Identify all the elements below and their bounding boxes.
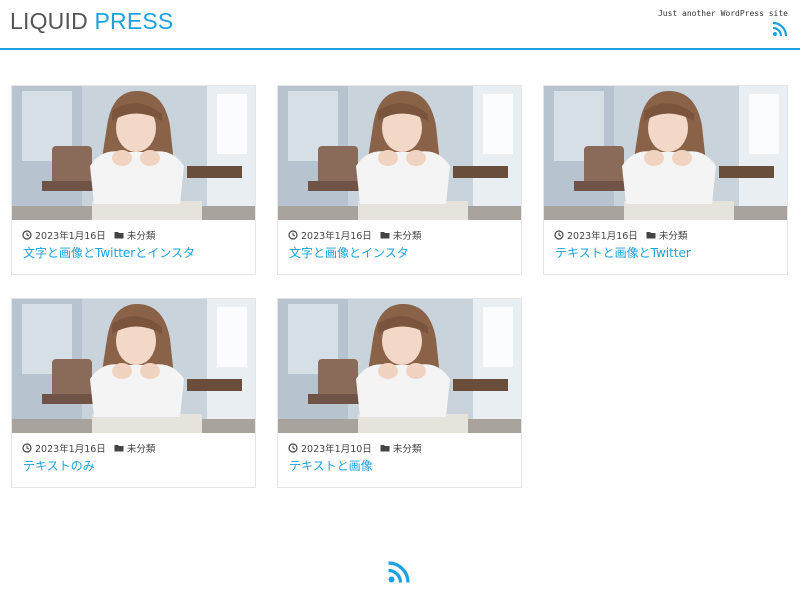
- clock-icon: [554, 230, 564, 240]
- post-thumbnail[interactable]: [278, 299, 521, 433]
- folder-icon: [114, 443, 124, 453]
- post-category[interactable]: 未分類: [127, 228, 156, 242]
- post-category-wrap: 未分類: [646, 228, 688, 242]
- post-card[interactable]: 2023年1月16日 未分類 テキストのみ: [11, 298, 256, 488]
- post-title[interactable]: 文字と画像とTwitterとインスタ: [23, 244, 195, 261]
- post-title[interactable]: テキストと画像: [289, 457, 373, 474]
- post-card[interactable]: 2023年1月16日 未分類 文字と画像とインスタ: [277, 85, 522, 275]
- post-category[interactable]: 未分類: [393, 228, 422, 242]
- post-category[interactable]: 未分類: [659, 228, 688, 242]
- post-meta: 2023年1月16日 未分類: [554, 228, 687, 242]
- post-meta: 2023年1月16日 未分類: [288, 228, 421, 242]
- folder-icon: [114, 230, 124, 240]
- post-thumbnail[interactable]: [12, 86, 255, 220]
- post-date: 2023年1月16日: [567, 231, 638, 242]
- post-date: 2023年1月10日: [301, 444, 372, 455]
- post-thumbnail[interactable]: [278, 86, 521, 220]
- post-card[interactable]: 2023年1月16日 未分類 文字と画像とTwitterとインスタ: [11, 85, 256, 275]
- post-title[interactable]: テキストと画像とTwitter: [555, 244, 691, 261]
- post-thumbnail[interactable]: [544, 86, 787, 220]
- clock-icon: [22, 443, 32, 453]
- post-category-wrap: 未分類: [380, 441, 422, 455]
- post-meta: 2023年1月16日 未分類: [22, 441, 155, 455]
- post-category-wrap: 未分類: [114, 228, 156, 242]
- site-tagline: Just another WordPress site: [657, 9, 788, 18]
- clock-icon: [288, 230, 298, 240]
- clock-icon: [22, 230, 32, 240]
- post-title[interactable]: 文字と画像とインスタ: [289, 244, 409, 261]
- post-date: 2023年1月16日: [35, 444, 106, 455]
- rss-icon[interactable]: [772, 21, 788, 37]
- folder-icon: [380, 443, 390, 453]
- rss-icon[interactable]: [387, 560, 411, 584]
- post-category[interactable]: 未分類: [393, 441, 422, 455]
- folder-icon: [646, 230, 656, 240]
- post-date: 2023年1月16日: [301, 231, 372, 242]
- post-meta: 2023年1月16日 未分類: [22, 228, 155, 242]
- clock-icon: [288, 443, 298, 453]
- post-title[interactable]: テキストのみ: [23, 457, 95, 474]
- logo-text-press[interactable]: PRESS: [94, 8, 173, 34]
- post-category-wrap: 未分類: [114, 441, 156, 455]
- post-meta: 2023年1月10日 未分類: [288, 441, 421, 455]
- post-category-wrap: 未分類: [380, 228, 422, 242]
- post-category[interactable]: 未分類: [127, 441, 156, 455]
- site-logo[interactable]: LIQUID PRESS: [10, 8, 173, 35]
- logo-text-liquid[interactable]: LIQUID: [10, 8, 88, 34]
- post-thumbnail[interactable]: [12, 299, 255, 433]
- post-card[interactable]: 2023年1月16日 未分類 テキストと画像とTwitter: [543, 85, 788, 275]
- site-header: LIQUID PRESS Just another WordPress site: [0, 0, 800, 50]
- post-card[interactable]: 2023年1月10日 未分類 テキストと画像: [277, 298, 522, 488]
- folder-icon: [380, 230, 390, 240]
- post-date: 2023年1月16日: [35, 231, 106, 242]
